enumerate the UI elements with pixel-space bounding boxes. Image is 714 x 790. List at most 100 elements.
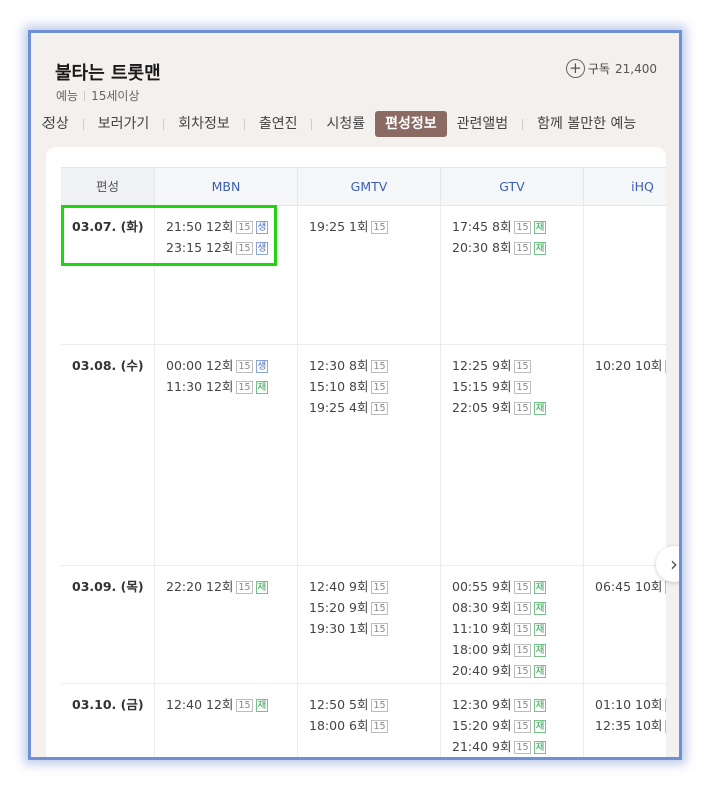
rerun-badge: 재 bbox=[533, 665, 547, 678]
age-rating-badge: 15 bbox=[236, 581, 253, 594]
age-rating-badge: 15 bbox=[514, 665, 531, 678]
episode-number: 12회 bbox=[206, 358, 234, 373]
date-cell: 03.10. (금) bbox=[61, 684, 155, 757]
channel-header: MBN bbox=[155, 168, 298, 206]
tab-1[interactable]: 보러가기 bbox=[88, 111, 160, 137]
air-time: 11:30 bbox=[166, 379, 203, 394]
age-rating-badge: 15 bbox=[236, 242, 253, 255]
broadcast-slot: 01:1010회15 bbox=[595, 694, 666, 715]
plus-icon: + bbox=[565, 59, 585, 78]
meta-divider bbox=[84, 91, 86, 101]
episode-number: 12회 bbox=[206, 219, 234, 234]
episode-number: 9회 bbox=[492, 739, 512, 754]
broadcast-slot: 15:15 9회 15 bbox=[452, 376, 583, 397]
air-time: 12:25 bbox=[452, 358, 489, 373]
tab-3[interactable]: 출연진 bbox=[249, 111, 308, 137]
schedule-cell bbox=[584, 206, 666, 344]
program-title: 불타는 트롯맨 bbox=[55, 63, 161, 84]
air-time: 19:25 bbox=[309, 400, 346, 415]
air-time: 19:25 bbox=[309, 219, 346, 234]
tab-2[interactable]: 회차정보 bbox=[168, 111, 240, 137]
air-time: 15:20 bbox=[309, 600, 346, 615]
air-time: 12:40 bbox=[309, 579, 346, 594]
schedule-cell: 22:20 12회 15 재 bbox=[155, 566, 298, 683]
air-time: 00:55 bbox=[452, 579, 489, 594]
schedule-cell: 12:25 9회 15 15:15 9회 15 22:05 9회 15 재 bbox=[441, 345, 584, 565]
broadcast-slot: 12:40 9회 15 bbox=[309, 576, 440, 597]
age-rating-badge: 15 bbox=[514, 741, 531, 754]
air-time: 12:35 bbox=[595, 718, 632, 733]
episode-number: 10회 bbox=[635, 697, 663, 712]
subscribe-button[interactable]: + 구독 21,400 bbox=[565, 59, 657, 78]
subscribe-label: 구독 bbox=[587, 62, 610, 76]
chevron-right-icon: › bbox=[670, 552, 678, 576]
broadcast-slot: 17:45 8회 15 재 bbox=[452, 216, 583, 237]
episode-number: 9회 bbox=[349, 600, 369, 615]
broadcast-slot: 12:30 9회 15 재 bbox=[452, 694, 583, 715]
broadcast-slot: 21:50 12회 15 생 bbox=[166, 216, 297, 237]
schedule-cell: 12:50 5회 15 18:00 6회 15 bbox=[298, 684, 441, 757]
tab-7[interactable]: 함께 볼만한 예능 bbox=[527, 111, 646, 137]
air-time: 19:30 bbox=[309, 621, 346, 636]
air-time: 12:50 bbox=[309, 697, 346, 712]
age-rating-badge: 15 bbox=[514, 381, 531, 394]
age-rating-badge: 15 bbox=[371, 402, 388, 415]
episode-number: 4회 bbox=[349, 400, 369, 415]
episode-number: 12회 bbox=[206, 240, 234, 255]
age-rating-badge: 15 bbox=[371, 581, 388, 594]
rerun-badge: 재 bbox=[533, 221, 547, 234]
air-time: 06:45 bbox=[595, 579, 632, 594]
air-time: 15:20 bbox=[452, 718, 489, 733]
tab-6[interactable]: 관련앨범 bbox=[447, 111, 519, 137]
rerun-badge: 재 bbox=[533, 623, 547, 636]
rerun-badge: 재 bbox=[255, 381, 269, 394]
schedule-cell: 12:40 12회 15 재 bbox=[155, 684, 298, 757]
tab-4[interactable]: 시청률 bbox=[316, 111, 375, 137]
air-time: 18:00 bbox=[309, 718, 346, 733]
broadcast-slot: 15:20 9회 15 재 bbox=[452, 715, 583, 736]
rerun-badge: 재 bbox=[533, 602, 547, 615]
live-badge: 생 bbox=[255, 221, 269, 234]
episode-number: 1회 bbox=[349, 219, 369, 234]
broadcast-slot: 11:30 12회 15 재 bbox=[166, 376, 297, 397]
age-rating-badge: 15 bbox=[665, 360, 666, 373]
program-info-window: 불타는 트롯맨 예능 15세이상 + 구독 21,400 ‹ 정상 보러가기 회차정보… bbox=[28, 30, 682, 760]
air-time: 20:30 bbox=[452, 240, 489, 255]
air-time: 17:45 bbox=[452, 219, 489, 234]
program-header: 불타는 트롯맨 예능 15세이상 + 구독 21,400 ‹ 정상 보러가기 회차정보… bbox=[31, 33, 679, 151]
episode-number: 8회 bbox=[492, 219, 512, 234]
air-time: 08:30 bbox=[452, 600, 489, 615]
table-row: 03.08. (수) 00:00 12회 15 생 11:30 12회 15 재 12:30 8회 1… bbox=[61, 345, 666, 566]
rating-label: 15세이상 bbox=[91, 89, 140, 103]
broadcast-slot: 08:30 9회 15 재 bbox=[452, 597, 583, 618]
age-rating-badge: 15 bbox=[236, 360, 253, 373]
air-time: 23:15 bbox=[166, 240, 203, 255]
air-time: 11:10 bbox=[452, 621, 489, 636]
age-rating-badge: 15 bbox=[665, 699, 666, 712]
channel-header: GTV bbox=[441, 168, 584, 206]
age-rating-badge: 15 bbox=[371, 381, 388, 394]
episode-number: 9회 bbox=[492, 663, 512, 678]
age-rating-badge: 15 bbox=[665, 720, 666, 733]
episode-number: 9회 bbox=[492, 621, 512, 636]
age-rating-badge: 15 bbox=[371, 699, 388, 712]
episode-number: 10회 bbox=[635, 718, 663, 733]
broadcast-slot: 12:30 8회 15 bbox=[309, 355, 440, 376]
episode-number: 9회 bbox=[349, 579, 369, 594]
rerun-badge: 재 bbox=[533, 581, 547, 594]
tab-0[interactable]: 정상 bbox=[43, 111, 79, 137]
age-rating-badge: 15 bbox=[236, 699, 253, 712]
tab-5[interactable]: 편성정보 bbox=[375, 111, 447, 137]
genre-label: 예능 bbox=[56, 89, 79, 103]
tab-divider bbox=[82, 118, 84, 130]
rerun-badge: 재 bbox=[533, 699, 547, 712]
schedule-cell: 19:25 1회 15 bbox=[298, 206, 441, 344]
schedule-header-label: 편성 bbox=[61, 168, 155, 206]
schedule-cell: 17:45 8회 15 재 20:30 8회 15 재 bbox=[441, 206, 584, 344]
broadcast-slot: 00:55 9회 15 재 bbox=[452, 576, 583, 597]
schedule-cell: 12:30 9회 15 재 15:20 9회 15 재 21:40 9회 15 재 bbox=[441, 684, 584, 757]
episode-number: 8회 bbox=[349, 358, 369, 373]
episode-number: 1회 bbox=[349, 621, 369, 636]
date-cell: 03.07. (화) bbox=[61, 206, 155, 344]
age-rating-badge: 15 bbox=[514, 602, 531, 615]
